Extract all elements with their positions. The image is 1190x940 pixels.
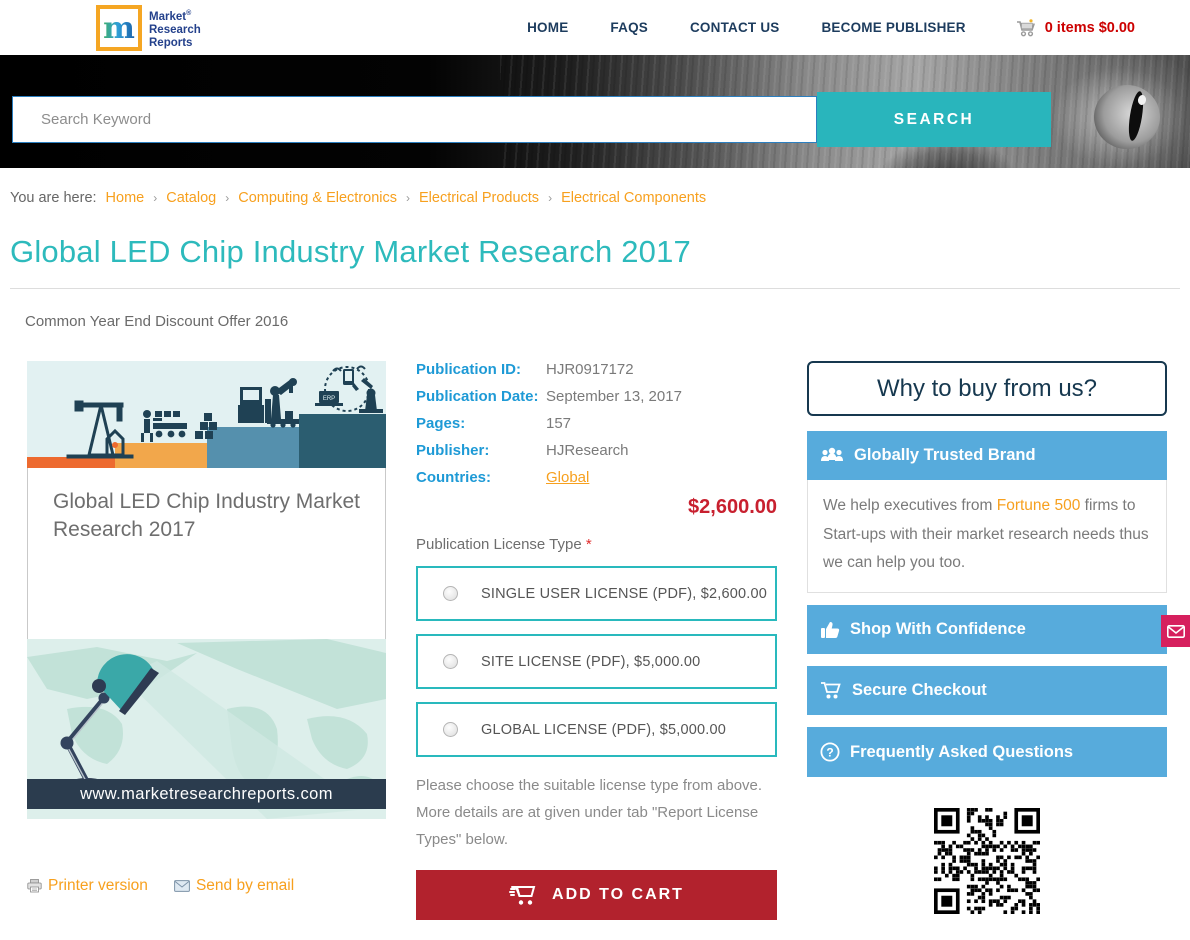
breadcrumb: You are here: Home › Catalog › Computing… bbox=[10, 190, 1180, 206]
printer-icon bbox=[27, 879, 42, 893]
license-option-single-user[interactable]: SINGLE USER LICENSE (PDF), $2,600.00 bbox=[416, 566, 777, 621]
nav-faqs[interactable]: FAQS bbox=[610, 20, 648, 35]
cover-actions: Printer version Send by email bbox=[27, 877, 294, 895]
radio-button[interactable] bbox=[443, 722, 458, 737]
radio-button[interactable] bbox=[443, 654, 458, 669]
logo-m-icon: m bbox=[96, 5, 142, 51]
add-to-cart-button[interactable]: ADD TO CART bbox=[416, 870, 777, 920]
offer-note: Common Year End Discount Offer 2016 bbox=[25, 313, 1190, 330]
qr-code-wrap bbox=[807, 808, 1167, 919]
feedback-tab[interactable] bbox=[1161, 615, 1190, 647]
breadcrumb-computing-electronics[interactable]: Computing & Electronics bbox=[238, 190, 397, 206]
nav-become-publisher[interactable]: BECOME PUBLISHER bbox=[821, 20, 965, 35]
question-icon: ? bbox=[820, 742, 840, 762]
printer-version-link[interactable]: Printer version bbox=[27, 877, 148, 895]
cat-eye-graphic bbox=[1094, 85, 1160, 149]
main-nav: HOME FAQS CONTACT US BECOME PUBLISHER bbox=[527, 20, 966, 35]
fortune-500-highlight: Fortune 500 bbox=[997, 497, 1081, 514]
envelope-icon bbox=[174, 880, 190, 892]
svg-text:m: m bbox=[103, 11, 135, 45]
search-input[interactable] bbox=[12, 96, 817, 143]
why-buy-sidebar: Why to buy from us? Globally Trusted Bra… bbox=[807, 361, 1167, 919]
detail-countries: Countries: Global bbox=[416, 469, 777, 486]
why-buy-title: Why to buy from us? bbox=[807, 361, 1167, 416]
breadcrumb-home[interactable]: Home bbox=[106, 190, 145, 206]
top-header: m Market® Research Reports HOME FAQS CON… bbox=[0, 0, 1190, 55]
sidebar-item-shop-with-confidence[interactable]: Shop With Confidence bbox=[807, 605, 1167, 654]
license-option-site[interactable]: SITE LICENSE (PDF), $5,000.00 bbox=[416, 634, 777, 689]
radio-button[interactable] bbox=[443, 586, 458, 601]
users-icon bbox=[820, 447, 844, 464]
page-title: Global LED Chip Industry Market Research… bbox=[10, 234, 1180, 270]
main-content: ERP Global LED Chip Industry Market Rese… bbox=[0, 361, 1190, 920]
sidebar-item-globally-trusted[interactable]: Globally Trusted Brand bbox=[807, 431, 1167, 480]
nav-home[interactable]: HOME bbox=[527, 20, 568, 35]
detail-pages: Pages: 157 bbox=[416, 415, 777, 432]
cover-website-bar: www.marketresearchreports.com bbox=[27, 779, 386, 809]
add-to-cart-cart-icon bbox=[509, 883, 539, 907]
globally-trusted-text: We help executives from Fortune 500 firm… bbox=[807, 480, 1167, 593]
detail-publication-date: Publication Date: September 13, 2017 bbox=[416, 388, 777, 405]
purchase-panel: Publication ID: HJR0917172 Publication D… bbox=[416, 361, 777, 920]
cart-icon bbox=[820, 681, 842, 700]
industry-illustration: ERP bbox=[27, 361, 386, 468]
cart-icon bbox=[1016, 19, 1038, 37]
qr-code bbox=[934, 808, 1040, 914]
site-logo[interactable]: m Market® Research Reports bbox=[96, 5, 201, 51]
envelope-icon bbox=[1167, 625, 1185, 638]
thumbs-up-icon bbox=[820, 620, 840, 639]
breadcrumb-prefix: You are here: bbox=[10, 190, 97, 206]
title-divider bbox=[10, 288, 1180, 289]
nav-contact-us[interactable]: CONTACT US bbox=[690, 20, 780, 35]
svg-text:?: ? bbox=[826, 745, 833, 759]
sidebar-item-secure-checkout[interactable]: Secure Checkout bbox=[807, 666, 1167, 715]
cover-map-graphic: www.marketresearchreports.com bbox=[27, 639, 386, 819]
report-cover-image: ERP Global LED Chip Industry Market Rese… bbox=[27, 361, 386, 819]
license-note: Please choose the suitable license type … bbox=[416, 772, 777, 853]
breadcrumb-catalog[interactable]: Catalog bbox=[166, 190, 216, 206]
svg-text:ERP: ERP bbox=[323, 396, 335, 402]
detail-publication-id: Publication ID: HJR0917172 bbox=[416, 361, 777, 378]
search-button[interactable]: SEARCH bbox=[817, 92, 1051, 147]
hero-banner: SEARCH bbox=[0, 55, 1190, 168]
breadcrumb-electrical-components[interactable]: Electrical Components bbox=[561, 190, 706, 206]
logo-wordmark: Market® Research Reports bbox=[149, 5, 201, 50]
cart-count-label: 0 items $0.00 bbox=[1045, 20, 1135, 36]
product-price: $2,600.00 bbox=[416, 496, 777, 519]
search-form: SEARCH bbox=[12, 92, 1051, 147]
send-by-email-link[interactable]: Send by email bbox=[174, 877, 294, 895]
detail-publisher: Publisher: HJResearch bbox=[416, 442, 777, 459]
countries-global-link[interactable]: Global bbox=[546, 469, 589, 486]
required-asterisk: * bbox=[586, 536, 592, 553]
license-option-global[interactable]: GLOBAL LICENSE (PDF), $5,000.00 bbox=[416, 702, 777, 757]
sidebar-item-faq[interactable]: ? Frequently Asked Questions bbox=[807, 727, 1167, 777]
breadcrumb-electrical-products[interactable]: Electrical Products bbox=[419, 190, 539, 206]
header-cart-link[interactable]: 0 items $0.00 bbox=[1016, 19, 1135, 37]
license-type-label: Publication License Type * bbox=[416, 536, 777, 553]
cover-title: Global LED Chip Industry Market Research… bbox=[27, 468, 386, 639]
